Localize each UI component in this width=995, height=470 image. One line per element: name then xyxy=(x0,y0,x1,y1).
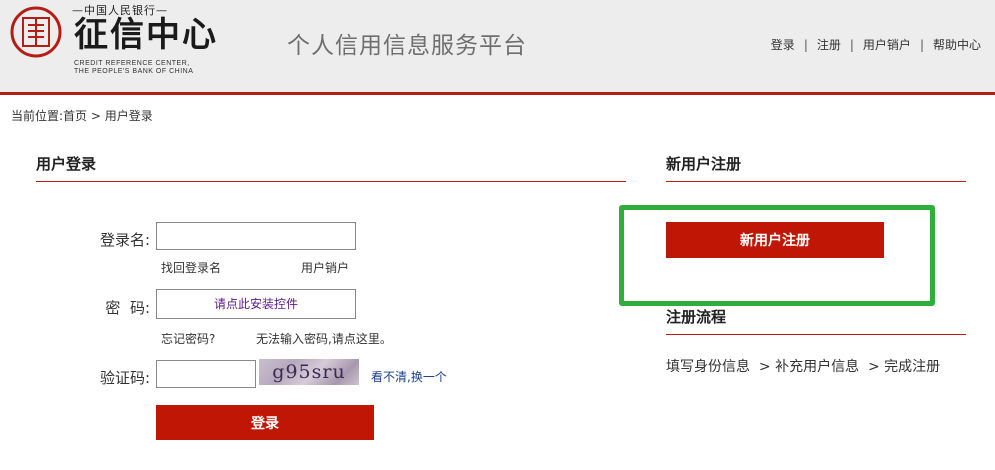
header-divider xyxy=(0,92,995,95)
captcha-image[interactable]: g95sru xyxy=(259,359,359,385)
nav-help-link[interactable]: 帮助中心 xyxy=(933,38,981,52)
forgot-password-link[interactable]: 忘记密码? xyxy=(161,330,215,347)
register-section-title: 新用户注册 xyxy=(666,155,742,173)
recover-username-link[interactable]: 找回登录名 xyxy=(161,259,221,276)
breadcrumb-prefix: 当前位置: xyxy=(11,109,64,123)
nav-separator: | xyxy=(803,38,808,52)
logo-english-line2: THE PEOPLE'S BANK OF CHINA xyxy=(74,68,194,75)
captcha-refresh-link[interactable]: 看不清,换一个 xyxy=(371,368,447,385)
platform-title: 个人信用信息服务平台 xyxy=(287,33,527,59)
captcha-input[interactable] xyxy=(156,360,256,388)
logo-english-line1: CREDIT REFERENCE CENTER, xyxy=(74,60,190,67)
registration-flow-steps: 填写身份信息 > 补充用户信息 > 完成注册 xyxy=(666,359,941,375)
nav-register-link[interactable]: 注册 xyxy=(817,38,841,52)
username-label: 登录名: xyxy=(99,231,150,249)
password-label: 密 码: xyxy=(105,299,150,317)
login-submit-button[interactable]: 登录 xyxy=(156,405,374,440)
top-nav: 登录 | 注册 | 用户销户 | 帮助中心 xyxy=(771,36,981,53)
logo-title: 征信中心 xyxy=(74,15,218,55)
credit-center-seal-logo xyxy=(10,6,62,58)
site-header: —中国人民银行— 征信中心 CREDIT REFERENCE CENTER, T… xyxy=(0,0,995,92)
username-input[interactable] xyxy=(156,222,356,250)
breadcrumb: 当前位置:首页 > 用户登录 xyxy=(11,107,153,124)
login-section-title: 用户登录 xyxy=(36,155,97,173)
nav-separator: | xyxy=(919,38,924,52)
register-section-divider xyxy=(666,181,966,182)
cancel-account-link[interactable]: 用户销户 xyxy=(301,259,349,276)
new-user-register-button[interactable]: 新用户注册 xyxy=(666,222,884,258)
cannot-input-password-link[interactable]: 无法输入密码,请点这里。 xyxy=(256,330,392,347)
flow-section-title: 注册流程 xyxy=(666,308,727,326)
captcha-label: 验证码: xyxy=(99,369,150,387)
install-control-button[interactable]: 请点此安装控件 xyxy=(156,289,356,319)
breadcrumb-current: > 用户登录 xyxy=(90,109,153,123)
login-section-divider xyxy=(36,181,626,182)
nav-cancel-account-link[interactable]: 用户销户 xyxy=(863,38,911,52)
breadcrumb-home-link[interactable]: 首页 xyxy=(63,109,87,123)
nav-login-link[interactable]: 登录 xyxy=(771,38,795,52)
flow-section-divider xyxy=(666,334,966,335)
nav-separator: | xyxy=(849,38,854,52)
